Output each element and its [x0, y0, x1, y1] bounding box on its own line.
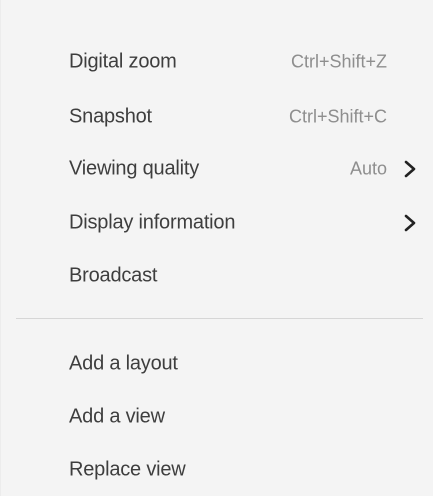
context-menu: Digital zoom Ctrl+Shift+Z Snapshot Ctrl+…	[0, 0, 433, 496]
menu-item-add-view[interactable]: Add a view	[1, 395, 433, 439]
menu-item-viewing-quality[interactable]: Viewing quality Auto	[1, 147, 433, 191]
viewing-quality-value: Auto	[349, 158, 387, 179]
keyboard-shortcut: Ctrl+Shift+C	[288, 106, 387, 127]
menu-item-digital-zoom[interactable]: Digital zoom Ctrl+Shift+Z	[1, 40, 433, 84]
menu-item-broadcast[interactable]: Broadcast	[1, 254, 433, 298]
menu-item-label: Viewing quality	[69, 157, 200, 180]
menu-item-label: Broadcast	[69, 264, 158, 287]
menu-item-label: Display information	[69, 211, 236, 234]
keyboard-shortcut: Ctrl+Shift+Z	[290, 51, 387, 72]
menu-item-snapshot[interactable]: Snapshot Ctrl+Shift+C	[1, 95, 433, 139]
menu-item-label: Digital zoom	[69, 50, 177, 73]
menu-item-label: Snapshot	[69, 105, 152, 128]
chevron-right-icon	[404, 214, 416, 232]
menu-item-label: Replace view	[69, 458, 186, 481]
menu-item-label: Add a view	[69, 405, 165, 428]
menu-item-replace-view[interactable]: Replace view	[1, 448, 433, 492]
menu-divider	[16, 318, 423, 319]
menu-item-label: Add a layout	[69, 352, 178, 375]
chevron-right-icon	[404, 160, 416, 178]
menu-item-display-information[interactable]: Display information	[1, 201, 433, 245]
menu-item-add-layout[interactable]: Add a layout	[1, 342, 433, 386]
